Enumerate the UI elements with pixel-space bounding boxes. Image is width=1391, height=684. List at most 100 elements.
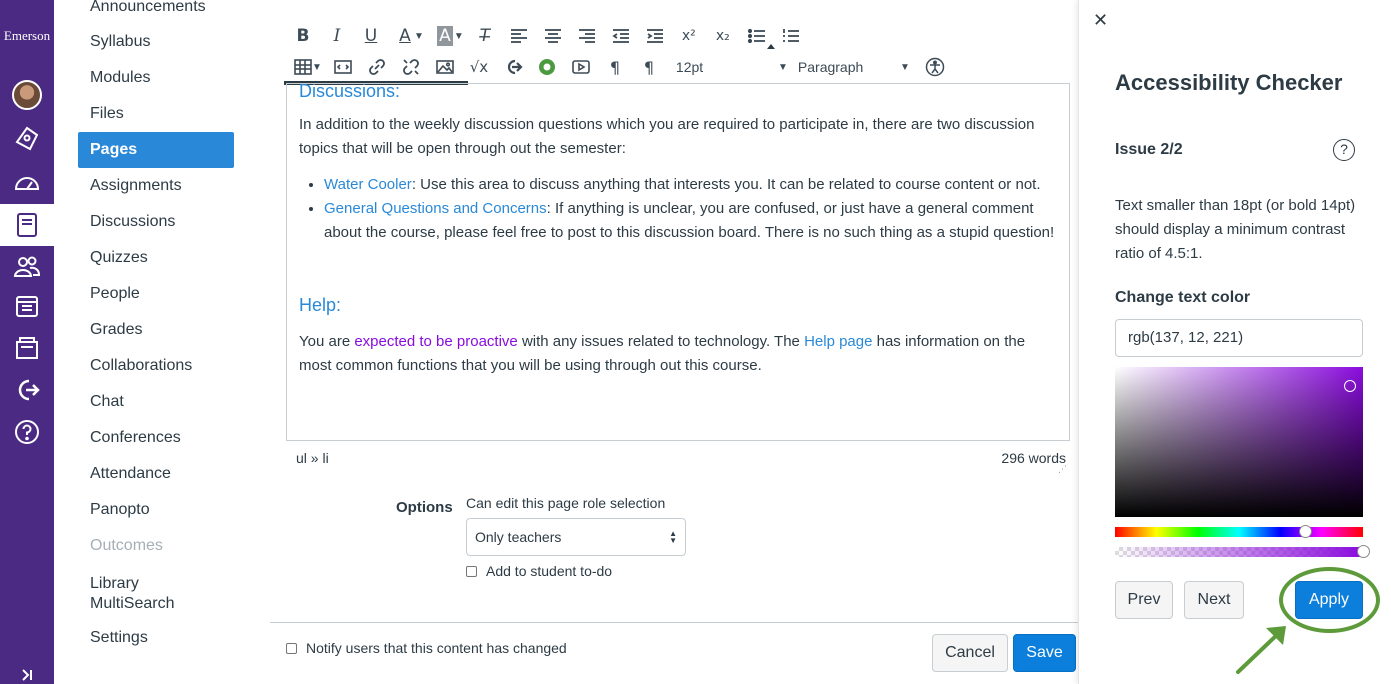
editor-status-bar: ul » li 296 words — [296, 450, 1066, 466]
course-nav-people[interactable]: People — [78, 276, 234, 312]
hue-slider-thumb[interactable] — [1299, 525, 1313, 538]
unlink-icon[interactable] — [394, 53, 428, 81]
youtube-tool-icon[interactable] — [530, 53, 564, 81]
heading-help: Help: — [299, 295, 342, 315]
notify-option: Notify users that this content has chang… — [286, 640, 567, 656]
annotation-arrow-icon — [1236, 626, 1286, 674]
bold-icon[interactable]: B — [286, 22, 320, 50]
align-right-icon[interactable] — [570, 22, 604, 50]
text-color-caret-icon[interactable]: ▼ — [414, 31, 424, 42]
cancel-button[interactable]: Cancel — [932, 634, 1008, 672]
course-nav-assignments[interactable]: Assignments — [78, 168, 234, 204]
toolbar-caret-up-icon — [767, 44, 775, 49]
close-icon[interactable]: ✕ — [1093, 10, 1108, 31]
block-format-value: Paragraph — [797, 59, 864, 75]
list-item: Water Cooler: Use this area to discuss a… — [324, 173, 1057, 197]
course-nav-library-multisearch[interactable]: Library MultiSearch — [78, 569, 188, 613]
dashboard-icon[interactable] — [0, 162, 54, 204]
list-item: General Questions and Concerns: If anyth… — [324, 197, 1057, 245]
water-cooler-link[interactable]: Water Cooler — [324, 176, 412, 193]
heading-discussions: Discussions: — [299, 83, 401, 101]
align-center-icon[interactable] — [536, 22, 570, 50]
brand-logo[interactable]: Emerson — [0, 28, 54, 44]
underline-icon[interactable]: U — [354, 22, 388, 50]
todo-checkbox[interactable] — [466, 565, 477, 577]
alpha-slider[interactable] — [1115, 545, 1370, 558]
numbered-list-icon[interactable] — [774, 22, 808, 50]
save-button[interactable]: Save — [1013, 634, 1076, 672]
commons-arrow-icon[interactable] — [0, 369, 54, 411]
change-color-label: Change text color — [1115, 289, 1251, 306]
prev-button[interactable]: Prev — [1115, 581, 1173, 619]
block-format-select[interactable]: Paragraph ▼ — [798, 53, 910, 81]
inbox-icon[interactable] — [0, 327, 54, 369]
expand-nav-icon[interactable] — [0, 664, 54, 684]
course-nav-pages[interactable]: Pages — [78, 132, 234, 168]
resize-handle-icon[interactable]: ⋰ — [1058, 464, 1067, 475]
help-page-link[interactable]: Help page — [804, 333, 872, 350]
course-nav-outcomes[interactable]: Outcomes — [78, 528, 234, 564]
course-nav-quizzes[interactable]: Quizzes — [78, 240, 234, 276]
media-embed-icon[interactable] — [326, 53, 360, 81]
paragraph-help: You are expected to be proactive with an… — [299, 330, 1057, 378]
courses-book-icon[interactable] — [0, 204, 54, 246]
rtl-direction-icon[interactable]: ¶ — [632, 53, 666, 81]
rich-content-editor[interactable]: Discussions: In addition to the weekly d… — [286, 83, 1070, 441]
calendar-icon[interactable] — [0, 285, 54, 327]
clear-formatting-icon[interactable]: T̶ — [468, 22, 502, 50]
alpha-slider-thumb[interactable] — [1356, 545, 1370, 558]
saturation-brightness-picker[interactable] — [1115, 367, 1363, 517]
course-nav-panopto[interactable]: Panopto — [78, 492, 234, 528]
outdent-icon[interactable] — [604, 22, 638, 50]
issue-message: Text smaller than 18pt (or bold 14pt) sh… — [1115, 197, 1356, 262]
indent-icon[interactable] — [638, 22, 672, 50]
color-value-input[interactable]: rgb(137, 12, 221) — [1115, 319, 1363, 357]
ltr-direction-icon[interactable]: ¶ — [598, 53, 632, 81]
tray-title: Accessibility Checker — [1115, 70, 1343, 95]
background-color-caret-icon[interactable]: ▼ — [454, 31, 464, 42]
role-selection-label: Can edit this page role selection — [466, 495, 666, 511]
global-navigation: Emerson — [0, 0, 54, 684]
editor-toolbar-row-1: B I U A ▼ A ▼ T̶ x² x₂ — [286, 21, 986, 51]
color-picker-handle[interactable] — [1344, 380, 1356, 392]
record-media-icon[interactable] — [564, 53, 598, 81]
accessibility-checker-icon[interactable] — [918, 53, 952, 81]
next-button[interactable]: Next — [1184, 581, 1244, 619]
course-nav-syllabus[interactable]: Syllabus — [78, 24, 234, 60]
commons-share-icon[interactable] — [496, 53, 530, 81]
image-icon[interactable] — [428, 53, 462, 81]
course-nav-announcements[interactable]: Announcements — [78, 0, 234, 25]
math-equation-icon[interactable]: √x — [462, 53, 496, 81]
help-icon[interactable] — [0, 411, 54, 453]
italic-icon[interactable]: I — [320, 22, 354, 50]
role-select[interactable]: Only teachers ▲ ▼ — [466, 518, 686, 556]
chevron-down-icon: ▼ — [778, 61, 788, 73]
superscript-icon[interactable]: x² — [672, 22, 706, 50]
table-caret-icon[interactable]: ▼ — [312, 62, 322, 73]
footer-divider — [270, 622, 1078, 623]
hue-slider[interactable] — [1115, 525, 1363, 538]
course-nav-grades[interactable]: Grades — [78, 312, 234, 348]
general-questions-link[interactable]: General Questions and Concerns — [324, 200, 547, 217]
avatar — [12, 80, 42, 110]
admin-shield-icon[interactable] — [0, 118, 54, 160]
course-nav-collaborations[interactable]: Collaborations — [78, 348, 234, 384]
align-left-icon[interactable] — [502, 22, 536, 50]
subscript-icon[interactable]: x₂ — [706, 22, 740, 50]
font-size-value: 12pt — [675, 59, 704, 75]
account-avatar-icon[interactable] — [0, 74, 54, 116]
course-nav-files[interactable]: Files — [78, 96, 234, 132]
course-nav-settings[interactable]: Settings — [78, 620, 234, 656]
link-icon[interactable] — [360, 53, 394, 81]
font-size-select[interactable]: 12pt ▼ — [676, 53, 788, 81]
options-label: Options — [396, 499, 453, 516]
course-nav-conferences[interactable]: Conferences — [78, 420, 234, 456]
groups-icon[interactable] — [0, 245, 54, 287]
question-help-icon[interactable]: ? — [1333, 139, 1355, 161]
course-nav-chat[interactable]: Chat — [78, 384, 234, 420]
course-nav-attendance[interactable]: Attendance — [78, 456, 234, 492]
notify-checkbox[interactable] — [286, 642, 297, 654]
element-path[interactable]: ul » li — [296, 450, 329, 466]
course-nav-discussions[interactable]: Discussions — [78, 204, 234, 240]
course-nav-modules[interactable]: Modules — [78, 60, 234, 96]
